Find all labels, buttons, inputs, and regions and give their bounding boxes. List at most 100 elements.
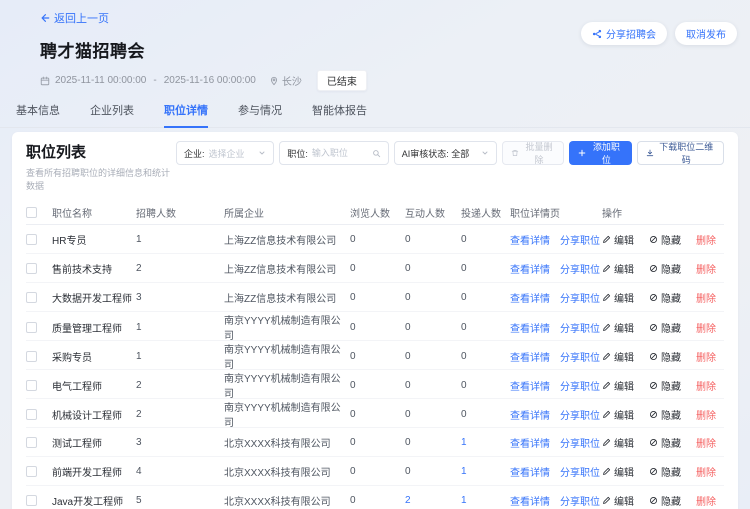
view-detail-link[interactable]: 查看详情 bbox=[510, 378, 550, 393]
add-position-button[interactable]: 添加职位 bbox=[569, 141, 631, 165]
share-position-link[interactable]: 分享职位 bbox=[560, 290, 600, 305]
applications-count: 0 bbox=[461, 409, 510, 420]
share-fair-button[interactable]: 分享招聘会 bbox=[581, 22, 667, 45]
row-checkbox[interactable] bbox=[26, 322, 37, 333]
hide-button[interactable]: 隐藏 bbox=[649, 493, 681, 508]
hide-button[interactable]: 隐藏 bbox=[649, 261, 681, 276]
hide-label: 隐藏 bbox=[661, 464, 681, 479]
hide-button[interactable]: 隐藏 bbox=[649, 320, 681, 335]
edit-button[interactable]: 编辑 bbox=[602, 349, 634, 364]
hide-button[interactable]: 隐藏 bbox=[649, 290, 681, 305]
row-checkbox[interactable] bbox=[26, 437, 37, 448]
plus-icon bbox=[578, 149, 586, 157]
search-icon[interactable] bbox=[372, 149, 381, 158]
edit-button[interactable]: 编辑 bbox=[602, 261, 634, 276]
share-position-link[interactable]: 分享职位 bbox=[560, 349, 600, 364]
share-position-link[interactable]: 分享职位 bbox=[560, 232, 600, 247]
view-detail-link[interactable]: 查看详情 bbox=[510, 493, 550, 508]
hide-button[interactable]: 隐藏 bbox=[649, 378, 681, 393]
view-detail-link[interactable]: 查看详情 bbox=[510, 261, 550, 276]
share-position-link[interactable]: 分享职位 bbox=[560, 378, 600, 393]
hide-button[interactable]: 隐藏 bbox=[649, 464, 681, 479]
delete-button[interactable]: 删除 bbox=[696, 261, 716, 276]
view-detail-link[interactable]: 查看详情 bbox=[510, 407, 550, 422]
row-checkbox[interactable] bbox=[26, 263, 37, 274]
view-detail-link[interactable]: 查看详情 bbox=[510, 349, 550, 364]
edit-button[interactable]: 编辑 bbox=[602, 407, 634, 422]
edit-button[interactable]: 编辑 bbox=[602, 320, 634, 335]
delete-button[interactable]: 删除 bbox=[696, 232, 716, 247]
edit-button[interactable]: 编辑 bbox=[602, 290, 634, 305]
download-qrcode-button[interactable]: 下载职位二维码 bbox=[637, 141, 724, 165]
delete-button[interactable]: 删除 bbox=[696, 349, 716, 364]
delete-button[interactable]: 删除 bbox=[696, 493, 716, 508]
row-checkbox[interactable] bbox=[26, 234, 37, 245]
share-position-link[interactable]: 分享职位 bbox=[560, 464, 600, 479]
ai-review-status-select[interactable]: AI审核状态: 全部 bbox=[394, 141, 497, 165]
company-select[interactable]: 企业: 选择企业 bbox=[176, 141, 274, 165]
unpublish-button[interactable]: 取消发布 bbox=[675, 22, 737, 45]
row-checkbox[interactable] bbox=[26, 292, 37, 303]
view-detail-link[interactable]: 查看详情 bbox=[510, 320, 550, 335]
hide-label: 隐藏 bbox=[661, 261, 681, 276]
row-checkbox[interactable] bbox=[26, 351, 37, 362]
tab-basic-info[interactable]: 基本信息 bbox=[16, 102, 60, 127]
edit-button[interactable]: 编辑 bbox=[602, 378, 634, 393]
share-position-link[interactable]: 分享职位 bbox=[560, 261, 600, 276]
table-row: 电气工程师 2 南京YYYY机械制造有限公司 0 0 0 查看详情 分享职位 编… bbox=[26, 370, 724, 399]
select-all-checkbox[interactable] bbox=[26, 207, 37, 218]
share-position-link[interactable]: 分享职位 bbox=[560, 493, 600, 508]
tab-agent-report[interactable]: 智能体报告 bbox=[312, 102, 367, 127]
interactions-count: 0 bbox=[405, 292, 461, 303]
hide-button[interactable]: 隐藏 bbox=[649, 349, 681, 364]
view-detail-link[interactable]: 查看详情 bbox=[510, 290, 550, 305]
edit-button[interactable]: 编辑 bbox=[602, 464, 634, 479]
pencil-icon bbox=[602, 410, 611, 419]
tab-participation[interactable]: 参与情况 bbox=[238, 102, 282, 127]
tab-company-list[interactable]: 企业列表 bbox=[90, 102, 134, 127]
delete-button[interactable]: 删除 bbox=[696, 435, 716, 450]
share-position-link[interactable]: 分享职位 bbox=[560, 407, 600, 422]
hide-button[interactable]: 隐藏 bbox=[649, 435, 681, 450]
position-name: 机械设计工程师 bbox=[52, 407, 136, 422]
ai-review-status-value: AI审核状态: 全部 bbox=[402, 147, 470, 160]
delete-button[interactable]: 删除 bbox=[696, 290, 716, 305]
hide-button[interactable]: 隐藏 bbox=[649, 407, 681, 422]
edit-button[interactable]: 编辑 bbox=[602, 493, 634, 508]
delete-button[interactable]: 删除 bbox=[696, 464, 716, 479]
view-detail-link[interactable]: 查看详情 bbox=[510, 435, 550, 450]
edit-button[interactable]: 编辑 bbox=[602, 232, 634, 247]
position-search-input[interactable] bbox=[312, 148, 364, 158]
tab-position-details[interactable]: 职位详情 bbox=[164, 102, 208, 128]
delete-button[interactable]: 删除 bbox=[696, 378, 716, 393]
share-position-link[interactable]: 分享职位 bbox=[560, 320, 600, 335]
pencil-icon bbox=[602, 264, 611, 273]
edit-label: 编辑 bbox=[614, 378, 634, 393]
edit-label: 编辑 bbox=[614, 320, 634, 335]
hide-label: 隐藏 bbox=[661, 407, 681, 422]
row-checkbox[interactable] bbox=[26, 466, 37, 477]
recruit-count: 4 bbox=[136, 466, 224, 477]
share-position-link[interactable]: 分享职位 bbox=[560, 435, 600, 450]
position-name: 采购专员 bbox=[52, 349, 136, 364]
row-checkbox[interactable] bbox=[26, 495, 37, 506]
delete-label: 删除 bbox=[696, 464, 716, 479]
eye-off-icon bbox=[649, 352, 658, 361]
detail-links-cell: 查看详情 分享职位 bbox=[510, 378, 602, 393]
share-fair-label: 分享招聘会 bbox=[606, 26, 656, 41]
recruit-count: 2 bbox=[136, 380, 224, 391]
delete-button[interactable]: 删除 bbox=[696, 407, 716, 422]
view-detail-link[interactable]: 查看详情 bbox=[510, 464, 550, 479]
edit-button[interactable]: 编辑 bbox=[602, 435, 634, 450]
applications-count: 0 bbox=[461, 322, 510, 333]
back-link[interactable]: 返回上一页 bbox=[40, 10, 109, 26]
view-detail-link[interactable]: 查看详情 bbox=[510, 232, 550, 247]
fair-location: 长沙 bbox=[269, 73, 302, 88]
row-checkbox[interactable] bbox=[26, 380, 37, 391]
delete-button[interactable]: 删除 bbox=[696, 320, 716, 335]
hide-button[interactable]: 隐藏 bbox=[649, 232, 681, 247]
pencil-icon bbox=[602, 352, 611, 361]
row-checkbox[interactable] bbox=[26, 409, 37, 420]
applications-count: 0 bbox=[461, 380, 510, 391]
interactions-count: 0 bbox=[405, 437, 461, 448]
